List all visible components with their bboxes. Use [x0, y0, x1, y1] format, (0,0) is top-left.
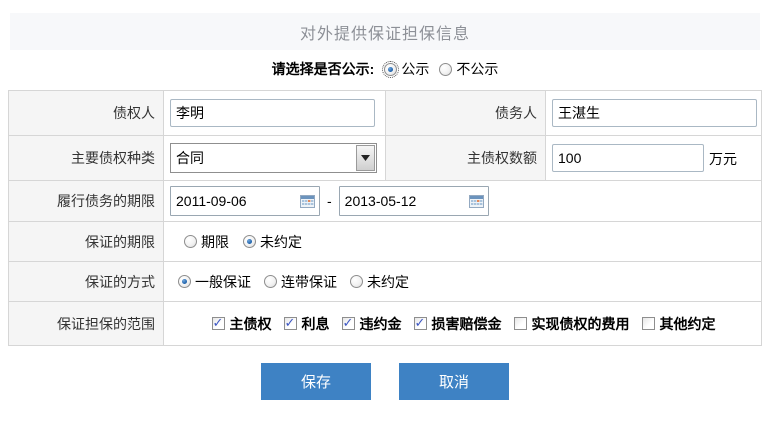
performance-period-label: 履行债务的期限	[9, 181, 164, 222]
radio-label: 一般保证	[195, 272, 251, 292]
table-row: 债权人 债务人	[9, 91, 762, 136]
checkbox-icon[interactable]	[642, 317, 655, 330]
debt-type-label: 主要债权种类	[9, 136, 164, 181]
radio-label: 连带保证	[281, 272, 337, 292]
table-row: 主要债权种类 合同 主债权数额 万元	[9, 136, 762, 181]
publicity-choice-row: 请选择是否公示: 公示 不公示	[0, 52, 770, 86]
guarantee-scope-label: 保证担保的范围	[9, 302, 164, 346]
guarantee-method-radio-general[interactable]: 一般保证	[178, 272, 251, 292]
debt-type-select[interactable]: 合同	[170, 143, 377, 173]
radio-label: 不公示	[456, 59, 498, 79]
period-start-date-value: 2011-09-06	[176, 193, 247, 209]
creditor-input[interactable]	[170, 99, 375, 127]
radio-icon[interactable]	[384, 63, 397, 76]
debtor-input[interactable]	[552, 99, 757, 127]
guarantee-period-label: 保证的期限	[9, 222, 164, 262]
scope-checkbox-interest[interactable]: 利息	[284, 314, 330, 334]
radio-label: 期限	[201, 232, 229, 252]
checkbox-label: 其他约定	[660, 314, 716, 334]
debt-amount-label: 主债权数额	[386, 136, 546, 181]
checkbox-label: 主债权	[230, 314, 272, 334]
guarantee-method-radio-joint[interactable]: 连带保证	[264, 272, 337, 292]
debt-amount-unit: 万元	[709, 151, 737, 167]
guarantee-form-table: 债权人 债务人 主要债权种类 合同 主债权数额 万元 履行债务的期限	[8, 90, 762, 346]
radio-icon[interactable]	[184, 235, 197, 248]
scope-checkbox-damages[interactable]: 损害赔偿金	[414, 314, 502, 334]
publicity-radio-public[interactable]: 公示	[384, 59, 429, 79]
scope-checkbox-penalty[interactable]: 违约金	[342, 314, 402, 334]
period-end-date-value: 2013-05-12	[345, 193, 417, 209]
debtor-label: 债务人	[386, 91, 546, 136]
table-row: 保证担保的范围 主债权 利息 违约金 损害赔偿金	[9, 302, 762, 346]
checkbox-label: 损害赔偿金	[432, 314, 502, 334]
action-buttons-row: 保存 取消	[0, 363, 770, 400]
guarantee-period-radio-unagreed[interactable]: 未约定	[243, 232, 302, 252]
scope-checkbox-realization-costs[interactable]: 实现债权的费用	[514, 314, 630, 334]
checkbox-icon[interactable]	[514, 317, 527, 330]
page-title: 对外提供保证担保信息	[300, 20, 470, 44]
chevron-down-icon[interactable]	[356, 145, 375, 171]
page-title-bar: 对外提供保证担保信息	[10, 13, 760, 50]
period-start-date-input[interactable]: 2011-09-06	[170, 186, 320, 216]
debt-amount-input[interactable]	[552, 144, 704, 172]
calendar-icon[interactable]	[469, 194, 484, 211]
date-range-separator: -	[327, 193, 332, 209]
checkbox-label: 违约金	[360, 314, 402, 334]
table-row: 履行债务的期限 2011-09-06	[9, 181, 762, 222]
radio-label: 未约定	[260, 232, 302, 252]
creditor-label: 债权人	[9, 91, 164, 136]
checkbox-icon[interactable]	[342, 317, 355, 330]
table-row: 保证的期限 期限 未约定	[9, 222, 762, 262]
checkbox-icon[interactable]	[284, 317, 297, 330]
checkbox-icon[interactable]	[212, 317, 225, 330]
checkbox-label: 利息	[302, 314, 330, 334]
guarantee-period-radio-fixed[interactable]: 期限	[184, 232, 229, 252]
save-button[interactable]: 保存	[261, 363, 371, 400]
publicity-question-label: 请选择是否公示:	[272, 59, 375, 79]
radio-icon[interactable]	[439, 63, 452, 76]
scope-checkbox-other[interactable]: 其他约定	[642, 314, 716, 334]
radio-icon[interactable]	[264, 275, 277, 288]
checkbox-icon[interactable]	[414, 317, 427, 330]
scope-checkbox-main-claim[interactable]: 主债权	[212, 314, 272, 334]
radio-label: 未约定	[367, 272, 409, 292]
cancel-button[interactable]: 取消	[399, 363, 509, 400]
debt-type-selected-value: 合同	[176, 148, 204, 168]
publicity-radio-not-public[interactable]: 不公示	[439, 59, 498, 79]
table-row: 保证的方式 一般保证 连带保证 未约定	[9, 262, 762, 302]
checkbox-label: 实现债权的费用	[532, 314, 630, 334]
radio-icon[interactable]	[350, 275, 363, 288]
calendar-icon[interactable]	[300, 194, 315, 211]
radio-icon[interactable]	[178, 275, 191, 288]
period-end-date-input[interactable]: 2013-05-12	[339, 186, 489, 216]
radio-icon[interactable]	[243, 235, 256, 248]
radio-label: 公示	[401, 59, 429, 79]
guarantee-method-label: 保证的方式	[9, 262, 164, 302]
guarantee-method-radio-unagreed[interactable]: 未约定	[350, 272, 409, 292]
